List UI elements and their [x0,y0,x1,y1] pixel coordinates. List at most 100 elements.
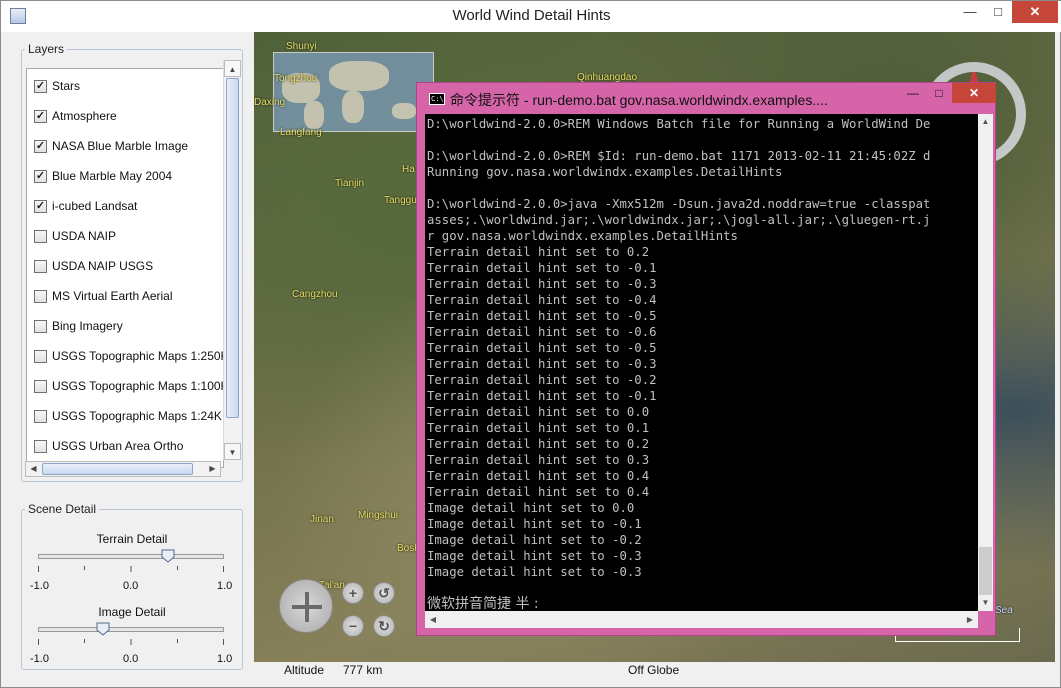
image-detail-track[interactable] [38,627,224,632]
console-vscrollbar[interactable]: ▲ ▼ [978,114,993,611]
layer-checkbox[interactable]: ✓ [34,169,47,183]
layer-label: Stars [52,79,81,93]
command-prompt-window[interactable]: C:\ 命令提示符 - run-demo.bat gov.nasa.worldw… [416,82,996,636]
console-scroll-thumb[interactable] [979,547,992,595]
layer-item[interactable]: USGS Topographic Maps 1:100K [27,371,224,401]
console-line: Terrain detail hint set to 0.2 [427,245,650,259]
console-line: Terrain detail hint set to 0.4 [427,485,650,499]
console-line: Image detail hint set to -0.3 [427,549,642,563]
scroll-up-arrow-icon[interactable]: ▲ [224,60,241,77]
layer-item[interactable]: USGS Urban Area Ortho [27,431,223,461]
layer-label: USGS Topographic Maps 1:100K [52,379,224,393]
layer-item[interactable]: ✓ i-cubed Landsat [27,191,223,221]
console-scroll-down-icon[interactable]: ▼ [978,595,993,611]
layer-checkbox[interactable]: ✓ [34,199,47,213]
pan-control-icon[interactable] [279,579,333,633]
layer-checkbox[interactable] [34,229,47,243]
layer-label: USGS Topographic Maps 1:250K [52,349,224,363]
window-title: World Wind Detail Hints [452,7,611,24]
console-line: Terrain detail hint set to -0.1 [427,389,657,403]
layer-checkbox[interactable] [34,259,47,273]
image-detail-slider-thumb[interactable] [96,622,110,636]
layer-label: USDA NAIP USGS [52,259,154,273]
console-line: Image detail hint set to -0.3 [427,565,642,579]
scroll-down-arrow-icon[interactable]: ▼ [224,443,241,460]
console-line: Terrain detail hint set to 0.3 [427,453,650,467]
layer-label: i-cubed Landsat [52,199,138,213]
scroll-thumb[interactable] [226,78,239,418]
console-hscrollbar[interactable]: ◀ ▶ [425,611,978,628]
layer-label: Bing Imagery [52,319,123,333]
console-close-button[interactable]: ✕ [952,83,996,103]
layer-checkbox[interactable]: ✓ [34,79,47,93]
layer-checkbox[interactable] [34,409,47,423]
console-line: Terrain detail hint set to -0.2 [427,373,657,387]
layer-item[interactable]: USDA NAIP [27,221,223,251]
main-window: World Wind Detail Hints — □ ✕ Layers ✓ St… [0,0,1061,688]
zoom-out-icon[interactable]: − [342,615,364,637]
console-scroll-right-icon[interactable]: ▶ [962,611,978,628]
scroll-left-arrow-icon[interactable]: ◀ [26,462,41,476]
city-label: Tongzhou [274,73,318,84]
layer-item[interactable]: USGS Topographic Maps 1:24K [27,401,223,431]
layer-label: Blue Marble May 2004 [52,169,173,183]
layer-checkbox[interactable] [34,319,47,333]
console-output[interactable]: 微软拼音简捷 半 : D:\worldwind-2.0.0>REM Window… [425,114,978,611]
layer-item[interactable]: MS Virtual Earth Aerial [27,281,223,311]
world-map-overview[interactable] [273,52,434,132]
terrain-detail-track[interactable] [38,554,224,559]
layers-panel: Layers ✓ Stars ✓ Atmosphere ✓ NASA Blue Marbl… [21,42,243,482]
console-line: D:\worldwind-2.0.0>REM $Id: run-demo.bat… [427,149,931,163]
layer-item[interactable]: USDA NAIP USGS [27,251,223,281]
console-line: Terrain detail hint set to -0.3 [427,357,657,371]
layer-item[interactable]: ✓ Stars [27,71,223,101]
position-status: Off Globe [628,663,680,677]
city-label: Ha [402,164,415,175]
layer-checkbox[interactable] [34,289,47,303]
maximize-button[interactable]: □ [985,1,1011,23]
console-title: 命令提示符 - run-demo.bat gov.nasa.worldwindx… [450,92,828,108]
terrain-min-label: -1.0 [30,580,49,592]
layer-checkbox[interactable] [34,349,47,363]
heading-left-icon[interactable]: ↺ [373,582,395,604]
console-minimize-button[interactable]: — [900,83,926,103]
console-line: D:\worldwind-2.0.0>REM Windows Batch fil… [427,117,931,131]
console-scroll-up-icon[interactable]: ▲ [978,114,993,130]
console-line: Terrain detail hint set to 0.0 [427,405,650,419]
console-title-bar[interactable]: C:\ 命令提示符 - run-demo.bat gov.nasa.worldw… [417,83,996,113]
city-label: Cangzhou [292,289,338,300]
layer-item[interactable]: Bing Imagery [27,311,223,341]
layer-list-vscrollbar[interactable]: ▲ ▼ [223,60,241,460]
layer-checkbox[interactable]: ✓ [34,109,47,123]
layer-checkbox[interactable] [34,439,47,453]
terrain-detail-ticks [38,566,224,572]
cmd-icon: C:\ [429,93,445,105]
layer-label: MS Virtual Earth Aerial [52,289,173,303]
image-min-label: -1.0 [30,653,49,665]
console-line: Running gov.nasa.worldwindx.examples.Det… [427,165,783,179]
scroll-right-arrow-icon[interactable]: ▶ [205,462,220,476]
console-line: Terrain detail hint set to -0.1 [427,261,657,275]
console-maximize-button[interactable]: □ [926,83,952,103]
console-line: Terrain detail hint set to 0.1 [427,421,650,435]
layer-item[interactable]: ✓ NASA Blue Marble Image [27,131,223,161]
layer-checkbox[interactable]: ✓ [34,139,47,153]
minimize-button[interactable]: — [957,1,983,23]
console-line: Image detail hint set to 0.0 [427,501,635,515]
layer-label: Atmosphere [52,109,117,123]
title-bar[interactable]: World Wind Detail Hints — □ ✕ [1,1,1061,32]
layer-item[interactable]: ✓ Blue Marble May 2004 [27,161,223,191]
layer-list-hscrollbar[interactable]: ◀ ▶ [25,461,221,477]
layer-checkbox[interactable] [34,379,47,393]
terrain-detail-slider-thumb[interactable] [161,549,175,563]
hscroll-thumb[interactable] [42,463,193,475]
heading-right-icon[interactable]: ↻ [373,615,395,637]
zoom-in-icon[interactable]: + [342,582,364,604]
layer-item[interactable]: USGS Topographic Maps 1:250K [27,341,224,371]
close-button[interactable]: ✕ [1012,1,1058,23]
console-line: asses;.\worldwind.jar;.\worldwindx.jar;.… [427,213,931,227]
image-detail-title: Image Detail [98,605,166,619]
console-scroll-left-icon[interactable]: ◀ [425,611,441,628]
layer-item[interactable]: ✓ Atmosphere [27,101,223,131]
console-line: Image detail hint set to -0.1 [427,517,642,531]
